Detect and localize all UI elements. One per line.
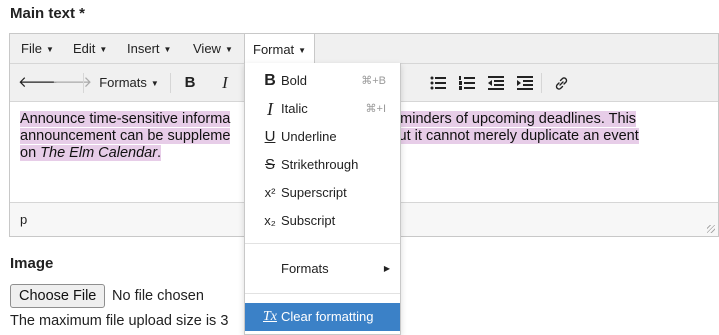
underline-icon: U: [264, 128, 276, 145]
main-text-label: Main text *: [10, 5, 86, 22]
chevron-right-icon: ▶: [383, 264, 390, 273]
format-menu-italic-label: Italic: [281, 101, 308, 116]
italic-icon: I: [267, 99, 273, 119]
menu-insert-label: Insert: [127, 41, 160, 56]
formats-dropdown-label: Formats: [99, 75, 147, 90]
bullet-list-button[interactable]: [427, 64, 449, 102]
strikethrough-icon: S: [264, 156, 275, 173]
format-menu-formats-label: Formats: [281, 261, 329, 276]
chevron-down-icon: ▼: [150, 79, 159, 88]
format-dropdown-menu: B Bold ⌘+B I Italic ⌘+I U Underline S St…: [244, 63, 401, 335]
format-menu-bold-label: Bold: [281, 73, 308, 88]
italic-button[interactable]: I: [214, 64, 236, 102]
format-menu-formats[interactable]: Formats ▶: [245, 255, 400, 283]
bold-icon: B: [264, 72, 276, 89]
menu-view-label: View: [193, 41, 221, 56]
numbered-list-icon: [459, 76, 475, 91]
format-menu-superscript-label: Superscript: [281, 185, 347, 200]
toolbar-separator: [83, 73, 84, 93]
menu-separator: [245, 293, 400, 294]
menu-format[interactable]: Format ▼: [244, 33, 316, 64]
shortcut-text: ⌘+I: [365, 103, 386, 115]
undo-button[interactable]: 🡐: [18, 64, 58, 102]
outdent-icon: [488, 76, 504, 91]
indent-icon: [517, 76, 533, 91]
content-text: .: [157, 145, 162, 161]
menu-file-label: File: [21, 41, 42, 56]
format-menu-underline-label: Underline: [281, 129, 337, 144]
format-menu-bold[interactable]: B Bold ⌘+B: [245, 67, 400, 95]
menu-separator: [245, 243, 400, 244]
content-text: announcement can be suppleme: [20, 128, 231, 144]
formats-dropdown[interactable]: Formats ▼: [96, 64, 162, 102]
no-file-text: No file chosen: [112, 288, 204, 304]
choose-file-button[interactable]: Choose File: [10, 284, 106, 308]
menu-view[interactable]: View ▼: [193, 34, 233, 64]
chevron-down-icon: ▼: [224, 45, 233, 54]
element-path[interactable]: p: [20, 212, 27, 227]
resize-handle-icon[interactable]: [707, 225, 715, 233]
content-text: on: [20, 145, 41, 161]
upload-size-note: The maximum file upload size is 3: [10, 313, 229, 329]
content-text: or reminders of upcoming deadlines. This: [370, 111, 637, 127]
image-label: Image: [10, 255, 54, 272]
chevron-down-icon: ▼: [45, 45, 54, 54]
menu-insert[interactable]: Insert ▼: [127, 34, 171, 64]
menu-edit-label: Edit: [73, 41, 96, 56]
link-icon: [555, 76, 567, 90]
bold-button[interactable]: B: [179, 64, 201, 102]
format-menu-superscript[interactable]: x² Superscript: [245, 179, 400, 207]
format-menu-italic[interactable]: I Italic ⌘+I: [245, 95, 400, 123]
numbered-list-button[interactable]: [456, 64, 478, 102]
format-menu-underline[interactable]: U Underline: [245, 123, 400, 151]
link-button[interactable]: [550, 64, 572, 102]
subscript-icon: x₂: [264, 213, 276, 228]
format-menu-clear-formatting[interactable]: Tx Clear formatting: [245, 303, 400, 331]
toolbar-separator: [170, 73, 171, 93]
format-menu-subscript-label: Subscript: [281, 213, 336, 228]
menu-file[interactable]: File ▼: [21, 34, 54, 64]
redo-button[interactable]: 🡒: [52, 64, 92, 102]
editor-menubar: File ▼ Edit ▼ Insert ▼ View ▼ Format ▼: [10, 33, 718, 64]
content-text: t, but it cannot merely duplicate an eve…: [378, 128, 639, 144]
chevron-down-icon: ▼: [99, 45, 108, 54]
clear-formatting-icon: Tx: [263, 309, 277, 324]
menu-edit[interactable]: Edit ▼: [73, 34, 107, 64]
format-menu-clear-formatting-label: Clear formatting: [281, 309, 374, 324]
calendar-name: The Elm Calendar: [40, 145, 158, 161]
format-menu-strikethrough[interactable]: S Strikethrough: [245, 151, 400, 179]
shortcut-text: ⌘+B: [361, 75, 386, 87]
toolbar-separator: [541, 73, 542, 93]
chevron-down-icon: ▼: [298, 46, 307, 55]
bold-icon: B: [184, 74, 196, 91]
menu-format-label: Format: [253, 42, 295, 57]
italic-icon: I: [222, 73, 228, 92]
chevron-down-icon: ▼: [163, 45, 172, 54]
format-menu-strikethrough-label: Strikethrough: [281, 157, 359, 172]
outdent-button[interactable]: [485, 64, 507, 102]
indent-button[interactable]: [514, 64, 536, 102]
format-menu-subscript[interactable]: x₂ Subscript: [245, 207, 400, 235]
superscript-icon: x²: [264, 185, 276, 200]
redo-icon: 🡒: [52, 74, 93, 91]
content-text: Announce time-sensitive informa: [20, 111, 231, 127]
content-text: on The Elm Calendar.: [20, 145, 162, 161]
bullet-list-icon: [430, 76, 446, 90]
